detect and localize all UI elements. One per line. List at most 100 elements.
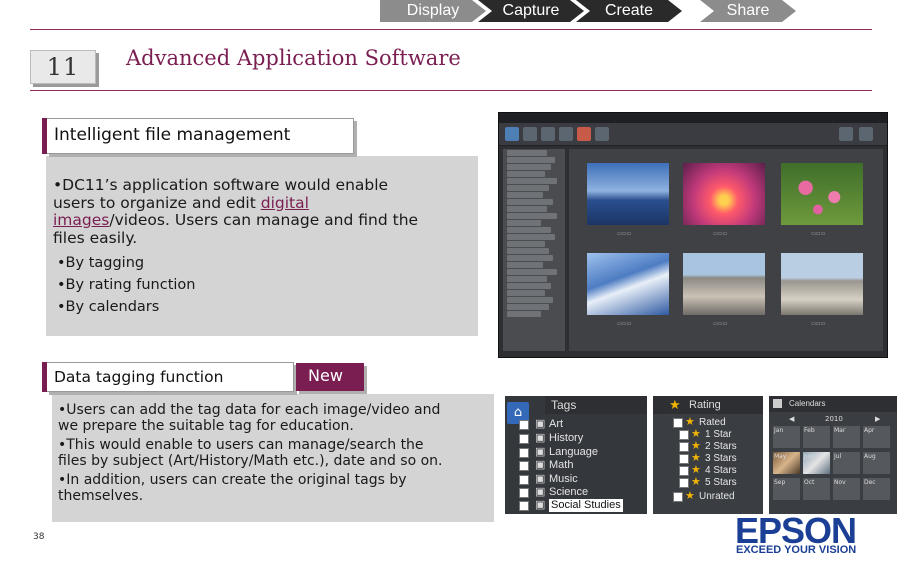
calendar-panel: Calendars ◀ 2010 ▶ Jan Feb Mar Apr May J… [769, 396, 897, 514]
tags-panel-header: Tags [545, 396, 647, 414]
section1-line-1: •DC11’s application software would enabl… [53, 176, 389, 194]
rating-item[interactable]: ★ Unrated [653, 490, 763, 503]
thumbnail-caption: ▭▭▭ [617, 321, 632, 327]
month-cell[interactable]: Sep [773, 478, 800, 500]
new-badge: New [296, 363, 364, 391]
thumbnail-caption: ▭▭▭ [713, 231, 728, 237]
rating-star-icon: ★ [669, 397, 681, 412]
prev-year-icon[interactable]: ◀ [789, 412, 794, 426]
section1-label: Intelligent file management [42, 118, 354, 154]
file-manager-screenshot: ▭▭▭ ▭▭▭ ▭▭▭ ▭▭▭ ▭▭▭ ▭▭▭ [498, 112, 888, 358]
tag-item-selected[interactable]: ▣ Social Studies [505, 499, 647, 512]
section2-line-4: files by subject (Art/History/Math etc.)… [58, 453, 443, 469]
tag-item[interactable]: ▣ Science [505, 486, 647, 499]
toolbar-icon [839, 127, 853, 141]
month-cell[interactable]: Dec [863, 478, 890, 500]
thumbnail-lotus[interactable] [781, 163, 863, 225]
toolbar-icon [523, 127, 537, 141]
step-capture[interactable]: Capture [478, 0, 584, 22]
section2-line-3: •This would enable to users can manage/s… [58, 437, 424, 453]
tag-item[interactable]: ▣ Art [505, 418, 647, 431]
month-cell[interactable]: Apr [863, 426, 890, 448]
header-rule-top [30, 29, 872, 30]
thumbnail-rock-2[interactable] [781, 253, 863, 315]
thumbnail-sunset[interactable] [683, 163, 765, 225]
thumbnail-caption: ▭▭▭ [713, 321, 728, 327]
thumbnail-mountains[interactable] [587, 163, 669, 225]
tag-icon: ▣ [535, 486, 546, 498]
logo-tagline: EXCEED YOUR VISION [736, 544, 857, 556]
section2-line-1: •Users can add the tag data for each ima… [58, 402, 441, 418]
toolbar-icon [541, 127, 555, 141]
section2-line-5: •In addition, users can create the origi… [58, 472, 407, 488]
month-cell[interactable]: Aug [863, 452, 890, 474]
bullet-rating: •By rating function [57, 277, 196, 293]
page-number: 38 [33, 532, 45, 542]
tag-icon: ▣ [535, 499, 546, 511]
star-icon: ★ [691, 476, 701, 488]
month-cell-with-photo[interactable]: May [773, 452, 800, 474]
tag-item[interactable]: ▣ Math [505, 459, 647, 472]
tags-panel: ⌂ Tags ▣ Art ▣ History ▣ Language ▣ Math ▣ Mu… [505, 396, 647, 514]
toolbar-icon [859, 127, 873, 141]
header-rule-bottom [30, 90, 872, 91]
section1-line-3-text: /videos. Users can manage and find the [109, 211, 419, 229]
next-year-icon[interactable]: ▶ [875, 412, 880, 426]
images-link[interactable]: images [53, 211, 109, 229]
thumbnail-caption: ▭▭▭ [617, 231, 632, 237]
section1-line-2: users to organize and edit digital [53, 193, 473, 213]
section1-line-2-text: users to organize and edit [53, 193, 261, 212]
tag-icon: ▣ [535, 418, 546, 430]
app-title-bar [499, 113, 887, 123]
rating-item[interactable]: ★ 5 Stars [653, 476, 763, 489]
month-cell[interactable]: Mar [833, 426, 860, 448]
month-cell[interactable]: Jan [773, 426, 800, 448]
app-toolbar [499, 123, 887, 146]
toolbar-icon [505, 127, 519, 141]
month-cell[interactable]: Jul [833, 452, 860, 474]
month-cell[interactable]: Feb [803, 426, 830, 448]
toolbar-icon [577, 127, 591, 141]
month-cell-with-photo[interactable]: Jun [803, 452, 830, 474]
chapter-number-box: 11 [30, 50, 96, 84]
tag-icon: ▣ [535, 473, 546, 485]
calendar-icon [773, 399, 782, 408]
section2-label: Data tagging function [42, 362, 294, 392]
page-title: Advanced Application Software [126, 46, 461, 70]
section2-line-2: we prepare the suitable tag for educatio… [58, 418, 354, 434]
tag-icon: ▣ [535, 446, 546, 458]
rating-panel-header: ★ Rating [653, 396, 763, 414]
bullet-tagging: •By tagging [57, 255, 145, 271]
tag-icon: ▣ [535, 432, 546, 444]
section2-line-6: themselves. [58, 488, 144, 504]
folder-tree [503, 149, 565, 351]
thumbnail-caption: ▭▭▭ [811, 321, 826, 327]
toolbar-icon [559, 127, 573, 141]
month-cell[interactable]: Oct [803, 478, 830, 500]
tag-item[interactable]: ▣ Language [505, 446, 647, 459]
step-share[interactable]: Share [700, 0, 796, 22]
month-cell[interactable]: Nov [833, 478, 860, 500]
tag-item[interactable]: ▣ History [505, 432, 647, 445]
section2-paragraph: •Users can add the tag data for each ima… [58, 402, 494, 504]
tag-item[interactable]: ▣ Music [505, 473, 647, 486]
calendar-panel-header: Calendars [769, 396, 897, 412]
thumbnail-rock[interactable] [683, 253, 765, 315]
section1-line-3: images/videos. Users can manage and find… [53, 211, 473, 230]
thumbnail-caption: ▭▭▭ [811, 231, 826, 237]
section1-paragraph: •DC11’s application software would enabl… [53, 176, 473, 247]
calendar-year-bar: ◀ 2010 ▶ [769, 412, 897, 426]
thumbnail-snow-forest[interactable] [587, 253, 669, 315]
toolbar-icon [595, 127, 609, 141]
tag-icon: ▣ [535, 459, 546, 471]
chapter-number: 11 [46, 53, 80, 81]
star-icon: ★ [685, 490, 695, 502]
section1-bullets: •By tagging •By rating function •By cale… [57, 252, 196, 318]
digital-link[interactable]: digital [261, 194, 309, 212]
step-create[interactable]: Create [576, 0, 682, 22]
section1-line-4: files easily. [53, 228, 138, 247]
thumbnail-grid: ▭▭▭ ▭▭▭ ▭▭▭ ▭▭▭ ▭▭▭ ▭▭▭ [569, 149, 883, 351]
step-display[interactable]: Display [380, 0, 486, 22]
bullet-calendars: •By calendars [57, 299, 160, 315]
rating-panel: ★ Rating ★ Rated ★ 1 Star ★ 2 Stars ★ 3 Star… [653, 396, 763, 514]
